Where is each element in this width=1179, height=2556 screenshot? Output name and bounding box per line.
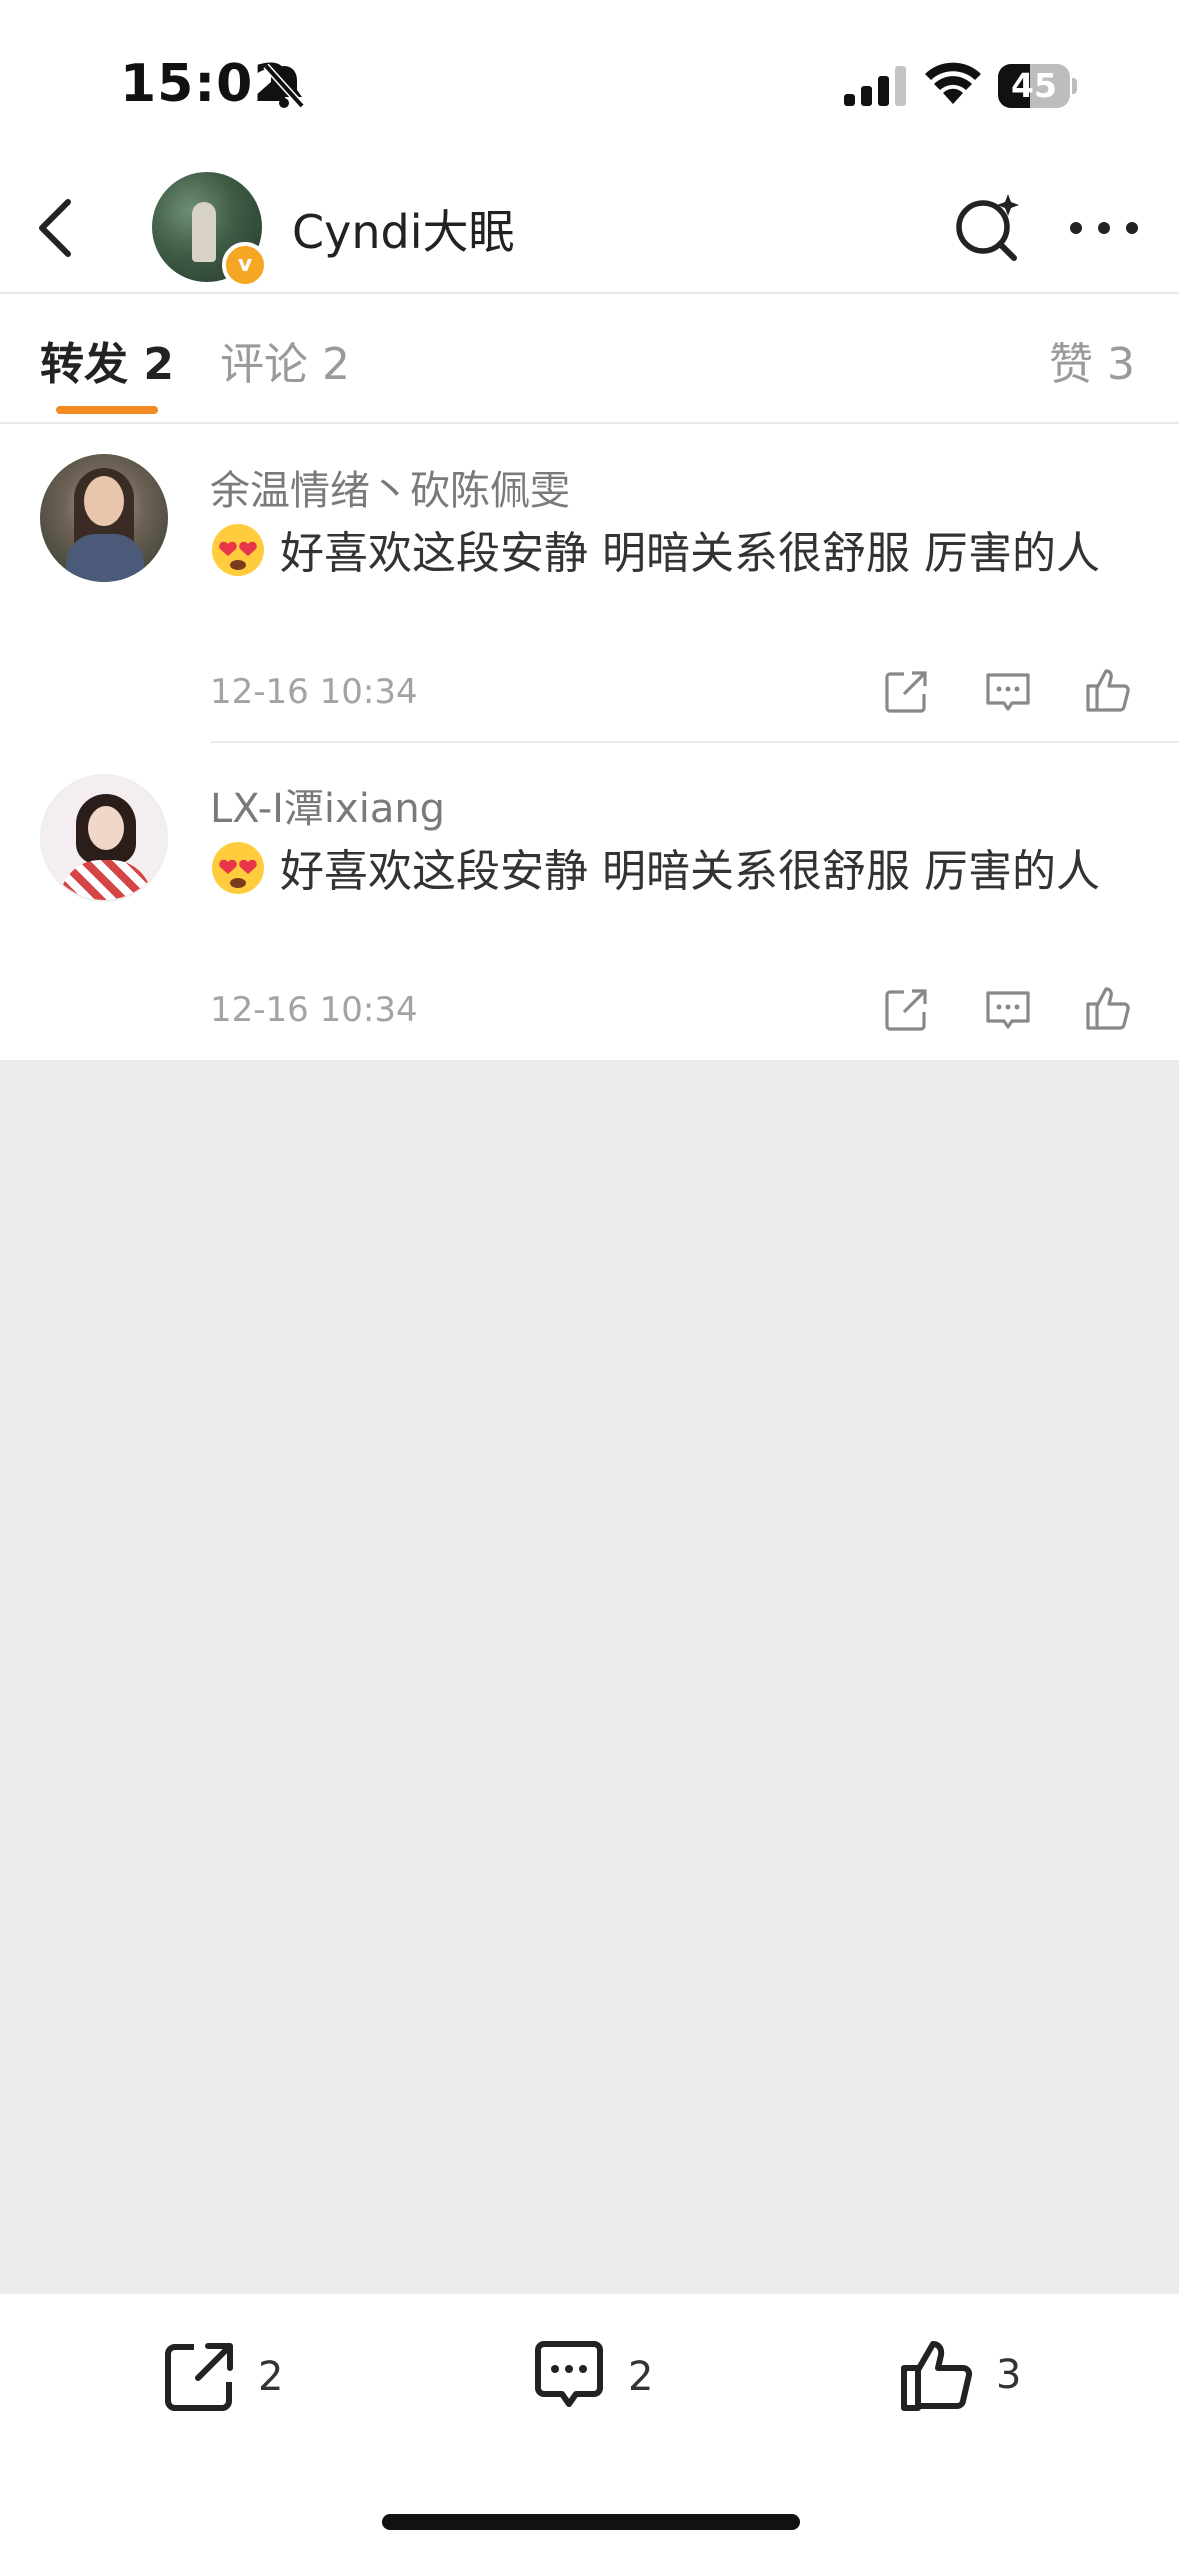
- share-icon: [165, 2343, 233, 2411]
- tab-repost[interactable]: 转发 2: [40, 328, 174, 392]
- comment-icon[interactable]: [984, 986, 1032, 1034]
- row-divider: [210, 741, 1179, 743]
- like-icon: [901, 2341, 973, 2411]
- avatar[interactable]: [40, 774, 168, 902]
- heart-eyes-emoji-icon: [212, 524, 264, 576]
- header-divider: [0, 292, 1179, 294]
- comment-icon: [535, 2341, 603, 2407]
- tab-like[interactable]: 赞 3: [1049, 328, 1135, 392]
- like-count: 3: [996, 2352, 1022, 2398]
- tab-comment[interactable]: 评论 2: [220, 328, 350, 392]
- repost-text-body: 好喜欢这段安静 明暗关系很舒服 厉害的人: [280, 846, 1100, 897]
- wifi-icon: [925, 62, 981, 104]
- tabs-divider: [0, 422, 1179, 424]
- verified-badge: v: [222, 242, 268, 288]
- timestamp: 12-16 10:34: [210, 990, 418, 1030]
- empty-area: [0, 1060, 1179, 2294]
- repost-text: 好喜欢这段安静 明暗关系很舒服 厉害的人: [210, 840, 1130, 904]
- like-button[interactable]: 3: [898, 2336, 1078, 2426]
- page-title[interactable]: Cyndi大眠: [292, 196, 514, 262]
- comment-button[interactable]: 2: [530, 2338, 710, 2428]
- chevron-left-icon[interactable]: [30, 196, 80, 260]
- repost-text: 好喜欢这段安静 明暗关系很舒服 厉害的人: [210, 522, 1130, 586]
- repost-count: 2: [258, 2354, 284, 2400]
- like-icon[interactable]: [1084, 666, 1132, 714]
- search-icon[interactable]: [952, 190, 1024, 262]
- share-icon[interactable]: [882, 986, 930, 1034]
- comment-count: 2: [628, 2354, 654, 2400]
- comment-icon[interactable]: [984, 668, 1032, 716]
- bell-slash-icon: [263, 63, 305, 109]
- avatar[interactable]: [40, 454, 168, 582]
- username[interactable]: 余温情绪丶砍陈佩雯: [210, 458, 570, 516]
- active-tab-indicator: [56, 406, 158, 414]
- battery-indicator: 45: [998, 64, 1078, 108]
- heart-eyes-emoji-icon: [212, 842, 264, 894]
- repost-button[interactable]: 2: [160, 2338, 340, 2428]
- battery-percent: 45: [1011, 66, 1057, 105]
- home-indicator: [382, 2514, 800, 2530]
- share-icon[interactable]: [882, 668, 930, 716]
- cellular-signal-icon: [844, 66, 906, 106]
- username[interactable]: LX-I潭ixiang: [210, 776, 445, 834]
- repost-text-body: 好喜欢这段安静 明暗关系很舒服 厉害的人: [280, 528, 1100, 579]
- timestamp: 12-16 10:34: [210, 672, 418, 712]
- like-icon[interactable]: [1084, 984, 1132, 1032]
- more-dots-icon[interactable]: [1064, 208, 1144, 248]
